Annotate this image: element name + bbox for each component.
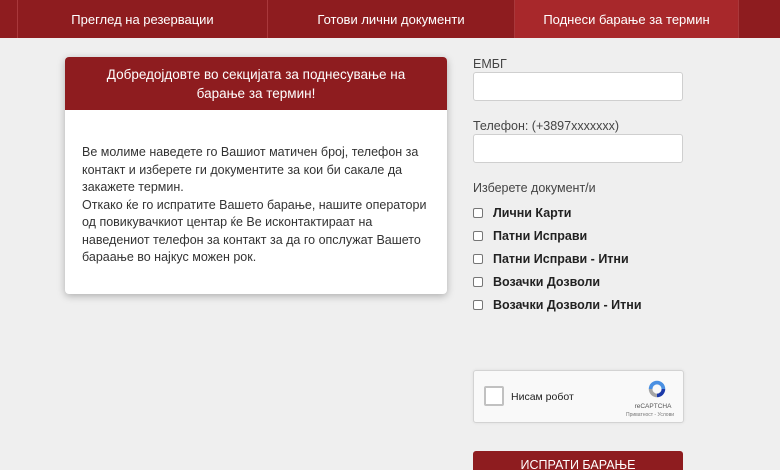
checkbox[interactable] [473,208,483,218]
checkbox-label: Возачки Дозволи - Итни [493,298,642,312]
welcome-instructions: Ве молиме наведете го Вашиот матичен бро… [82,145,419,194]
tab-reservations-overview[interactable]: Преглед на резервации [18,0,268,38]
recaptcha-brand: reCAPTCHA [634,403,672,410]
tab-label: Поднеси барање за термин [543,11,710,27]
checkbox-label: Патни Исправи - Итни [493,252,629,266]
document-option-passport[interactable]: Патни Исправи [473,229,587,243]
embg-input[interactable] [473,72,683,101]
recaptcha-logo-icon [648,380,666,398]
recaptcha-widget: Нисам робот reCAPTCHA Приватност - Услов… [473,370,684,423]
welcome-card: Добредојдовте во секцијата за поднесувањ… [65,57,447,294]
phone-label: Телефон: (+3897xxxxxxx) [473,119,619,133]
welcome-card-header: Добредојдовте во секцијата за поднесувањ… [65,57,447,110]
tab-submit-request[interactable]: Поднеси барање за термин [515,0,739,38]
document-option-driving-license-urgent[interactable]: Возачки Дозволи - Итни [473,298,642,312]
document-option-driving-license[interactable]: Возачки Дозволи [473,275,600,289]
top-navbar: Преглед на резервации Готови лични докум… [0,0,780,38]
checkbox[interactable] [473,231,483,241]
checkbox-label: Патни Исправи [493,229,588,243]
phone-input[interactable] [473,134,683,163]
submit-request-button[interactable]: ИСПРАТИ БАРАЊЕ [473,451,683,470]
embg-label: ЕМБГ [473,57,507,71]
checkbox[interactable] [473,254,483,264]
welcome-title: Добредојдовте во секцијата за поднесувањ… [106,66,406,101]
recaptcha-links[interactable]: Приватност - Услови [620,412,680,418]
recaptcha-checkbox[interactable] [484,386,504,406]
checkbox[interactable] [473,277,483,287]
welcome-followup: Откако ќе го испратите Вашето барање, на… [82,197,427,265]
document-option-id-card[interactable]: Лични Карти [473,206,571,220]
navbar-spacer-right [739,0,780,38]
checkbox-label: Лични Карти [493,206,572,220]
checkbox[interactable] [473,300,483,310]
welcome-card-body: Ве молиме наведете го Вашиот матичен бро… [65,110,447,267]
documents-label: Изберете документ/и [473,181,596,195]
tab-ready-documents[interactable]: Готови лични документи [268,0,515,38]
document-option-passport-urgent[interactable]: Патни Исправи - Итни [473,252,629,266]
tab-label: Преглед на резервации [71,11,214,27]
navbar-spacer-left [0,0,18,38]
recaptcha-label: Нисам робот [511,391,574,403]
tab-label: Готови лични документи [317,11,465,27]
checkbox-label: Возачки Дозволи [493,275,601,289]
